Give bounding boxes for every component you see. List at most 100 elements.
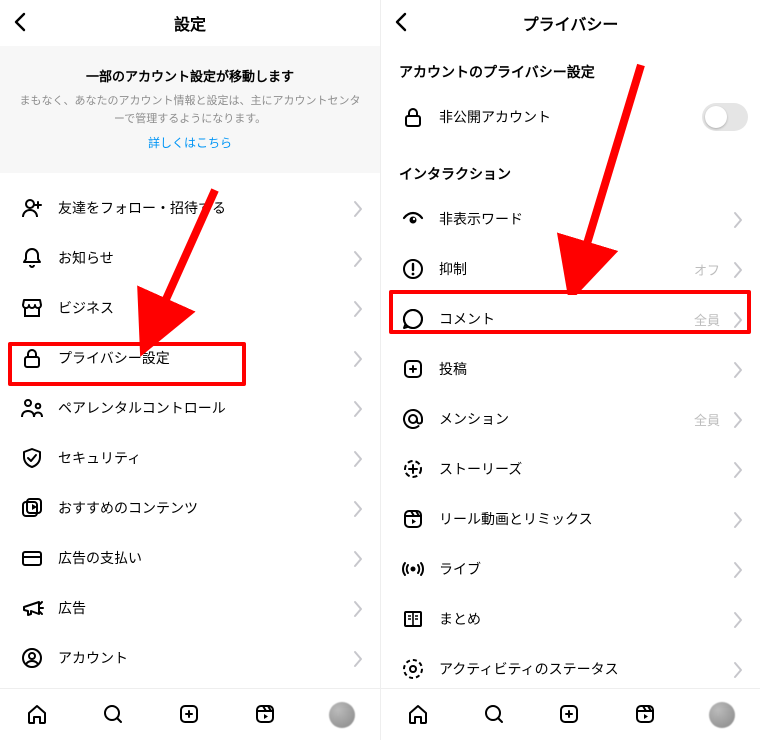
row-security[interactable]: セキュリティ [0, 433, 380, 483]
avatar-icon [329, 702, 355, 728]
row-label: おすすめのコンテンツ [46, 498, 346, 518]
row-label: プライバシー設定 [46, 348, 346, 368]
limits-icon [399, 257, 427, 281]
row-label: コメント [427, 309, 694, 329]
post-icon [399, 357, 427, 381]
row-ads[interactable]: 広告 [0, 583, 380, 633]
chevron-right-icon [726, 658, 748, 680]
nav-reels[interactable] [632, 701, 660, 729]
chevron-right-icon [346, 647, 368, 669]
nav-home[interactable] [405, 701, 433, 729]
reels-icon [399, 507, 427, 531]
guides-icon [399, 607, 427, 631]
section-interaction: インタラクション [381, 142, 760, 194]
nav-create[interactable] [556, 701, 584, 729]
row-label: セキュリティ [46, 448, 346, 468]
banner-title: 一部のアカウント設定が移動します [18, 66, 362, 85]
at-icon [399, 407, 427, 431]
row-limits[interactable]: 抑制 オフ [381, 244, 760, 294]
chevron-right-icon [346, 397, 368, 419]
comment-icon [399, 307, 427, 331]
nav-search[interactable] [481, 701, 509, 729]
row-value: オフ [694, 260, 720, 279]
row-label: 抑制 [427, 259, 694, 279]
row-live[interactable]: ライブ [381, 544, 760, 594]
chevron-right-icon [726, 408, 748, 430]
row-comments[interactable]: コメント 全員 [381, 294, 760, 344]
account-center-banner: 一部のアカウント設定が移動します まもなく、あなたのアカウント情報と設定は、主に… [0, 46, 380, 173]
avatar-icon [709, 702, 735, 728]
nav-create[interactable] [176, 701, 204, 729]
chevron-right-icon [346, 497, 368, 519]
row-ad-payment[interactable]: 広告の支払い [0, 533, 380, 583]
row-label: 非表示ワード [427, 209, 726, 229]
banner-link[interactable]: 詳しくはこちら [18, 134, 362, 151]
row-label: まとめ [427, 609, 726, 629]
row-label: メンション [427, 409, 694, 429]
chevron-right-icon [346, 247, 368, 269]
row-label: ペアレンタルコントロール [46, 398, 346, 418]
bell-icon [18, 246, 46, 270]
row-private-account[interactable]: 非公開アカウント [381, 92, 760, 142]
row-activity-status[interactable]: アクティビティのステータス [381, 644, 760, 694]
row-posts[interactable]: 投稿 [381, 344, 760, 394]
row-label: ライブ [427, 559, 726, 579]
chevron-right-icon [346, 347, 368, 369]
chevron-right-icon [346, 597, 368, 619]
section-account-privacy: アカウントのプライバシー設定 [381, 46, 760, 92]
card-icon [18, 546, 46, 570]
chevron-right-icon [346, 197, 368, 219]
row-guides[interactable]: まとめ [381, 594, 760, 644]
chevron-right-icon [726, 258, 748, 280]
suggested-icon [18, 496, 46, 520]
page-title: プライバシー [523, 11, 619, 35]
chevron-right-icon [346, 447, 368, 469]
account-icon [18, 646, 46, 670]
privacy-screen: プライバシー アカウントのプライバシー設定 非公開アカウント インタラクション … [380, 0, 760, 740]
stories-icon [399, 457, 427, 481]
nav-profile[interactable] [328, 701, 356, 729]
row-account[interactable]: アカウント [0, 633, 380, 683]
private-toggle[interactable] [702, 103, 748, 131]
row-hidden-words[interactable]: 非表示ワード [381, 194, 760, 244]
live-icon [399, 557, 427, 581]
nav-home[interactable] [24, 701, 52, 729]
row-label: 投稿 [427, 359, 726, 379]
row-label: アクティビティのステータス [427, 659, 726, 679]
chevron-right-icon [726, 458, 748, 480]
row-value: 全員 [694, 310, 720, 329]
row-mentions[interactable]: メンション 全員 [381, 394, 760, 444]
row-privacy[interactable]: プライバシー設定 [0, 333, 380, 383]
parental-icon [18, 396, 46, 420]
row-business[interactable]: ビジネス [0, 283, 380, 333]
nav-profile[interactable] [708, 701, 736, 729]
row-label: 友達をフォロー・招待する [46, 198, 346, 218]
row-follow-invite[interactable]: 友達をフォロー・招待する [0, 183, 380, 233]
nav-reels[interactable] [252, 701, 280, 729]
nav-search[interactable] [100, 701, 128, 729]
bottom-nav [0, 688, 380, 740]
megaphone-icon [18, 596, 46, 620]
shop-icon [18, 296, 46, 320]
back-button[interactable] [8, 10, 32, 34]
back-button[interactable] [389, 10, 413, 34]
chevron-right-icon [726, 358, 748, 380]
row-label: リール動画とリミックス [427, 509, 726, 529]
row-parental[interactable]: ペアレンタルコントロール [0, 383, 380, 433]
row-value: 全員 [694, 410, 720, 429]
row-label: ストーリーズ [427, 459, 726, 479]
eye-hidden-icon [399, 207, 427, 231]
row-suggested[interactable]: おすすめのコンテンツ [0, 483, 380, 533]
chevron-right-icon [726, 208, 748, 230]
topbar: プライバシー [381, 0, 760, 46]
row-label: アカウント [46, 648, 346, 668]
activity-icon [399, 657, 427, 681]
row-stories[interactable]: ストーリーズ [381, 444, 760, 494]
lock-icon [399, 105, 427, 129]
row-reels-remix[interactable]: リール動画とリミックス [381, 494, 760, 544]
add-person-icon [18, 196, 46, 220]
row-notifications[interactable]: お知らせ [0, 233, 380, 283]
shield-icon [18, 446, 46, 470]
page-title: 設定 [174, 11, 206, 35]
row-label: ビジネス [46, 298, 346, 318]
